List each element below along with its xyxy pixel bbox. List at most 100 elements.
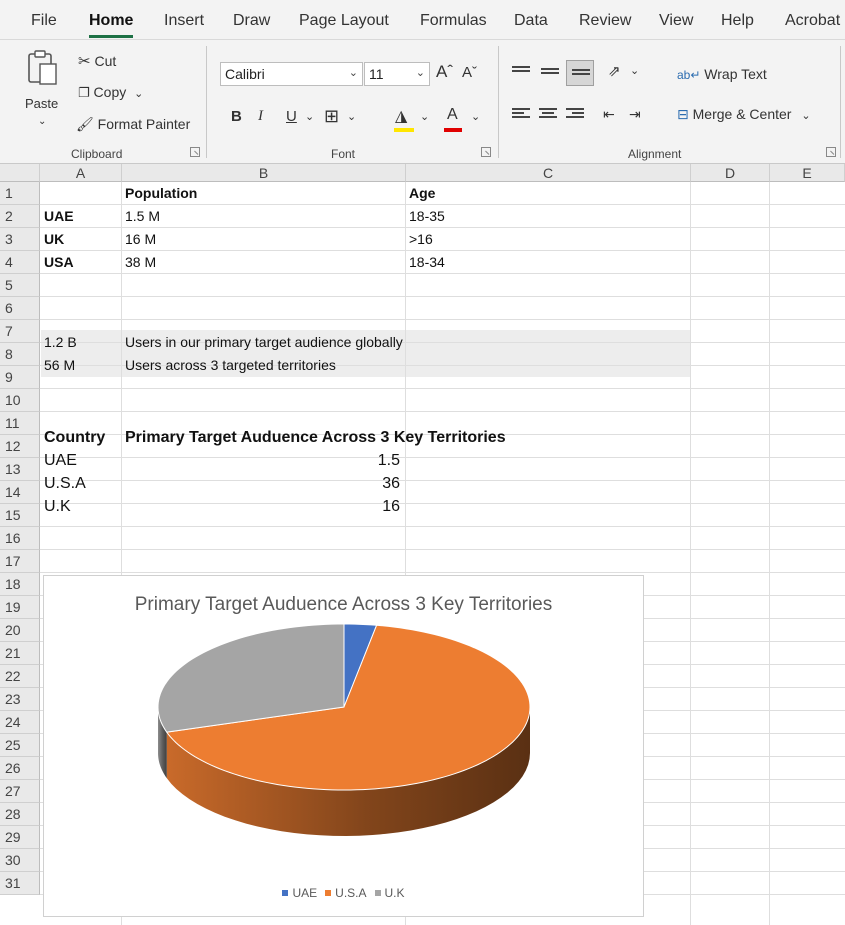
align-right-icon[interactable] [566,108,584,122]
borders-icon[interactable]: ⊞ [324,106,339,127]
column-header-d[interactable]: D [691,164,770,182]
fill-color-icon[interactable]: ◮ [395,106,407,126]
row-header-1[interactable]: 1 [0,182,40,205]
font-family-dropdown[interactable]: Calibri ⌄ [220,62,363,86]
row-header-14[interactable]: 14 [0,481,40,504]
column-header-c[interactable]: C [406,164,691,182]
row-header-23[interactable]: 23 [0,688,40,711]
row-header-7[interactable]: 7 [0,320,40,343]
tab-draw[interactable]: Draw [233,12,270,30]
cell-b11[interactable]: Primary Target Auduence Across 3 Key Ter… [122,426,506,449]
row-header-25[interactable]: 25 [0,734,40,757]
row-header-13[interactable]: 13 [0,458,40,481]
cell-a11[interactable]: Country [41,426,105,449]
chevron-down-icon[interactable]: ⌄ [471,110,480,123]
cell-b4[interactable]: 38 M [122,251,156,274]
increase-indent-icon[interactable]: ⇥ [629,106,641,123]
cell-b3[interactable]: 16 M [122,228,156,251]
select-all-corner[interactable] [0,164,40,182]
cell-b14[interactable]: 16 [122,495,406,518]
cell-b2[interactable]: 1.5 M [122,205,160,228]
increase-font-size-icon[interactable]: Aˆ [436,62,453,82]
tab-view[interactable]: View [659,12,693,30]
middle-align-icon[interactable] [541,68,559,82]
clipboard-launcher-icon[interactable] [190,147,200,157]
pie-chart[interactable]: Primary Target Auduence Across 3 Key Ter… [43,575,644,917]
row-header-26[interactable]: 26 [0,757,40,780]
row-header-3[interactable]: 3 [0,228,40,251]
column-header-a[interactable]: A [40,164,122,182]
align-left-icon[interactable] [512,108,530,122]
tab-review[interactable]: Review [579,12,631,30]
tab-home[interactable]: Home [89,12,134,38]
alignment-launcher-icon[interactable] [826,147,836,157]
row-header-15[interactable]: 15 [0,504,40,527]
paste-button[interactable]: Paste ⌄ [22,48,66,136]
cell-a12[interactable]: UAE [41,449,77,472]
row-header-11[interactable]: 11 [0,412,40,435]
decrease-indent-icon[interactable]: ⇤ [603,106,615,123]
chevron-down-icon[interactable]: ⌄ [420,110,429,123]
row-header-29[interactable]: 29 [0,826,40,849]
chevron-down-icon[interactable]: ⌄ [305,110,314,123]
tab-insert[interactable]: Insert [164,12,204,30]
row-header-16[interactable]: 16 [0,527,40,550]
cell-b13[interactable]: 36 [122,472,406,495]
row-header-21[interactable]: 21 [0,642,40,665]
chevron-down-icon[interactable]: ⌄ [630,64,639,77]
tab-page-layout[interactable]: Page Layout [299,12,389,30]
row-header-8[interactable]: 8 [0,343,40,366]
row-header-9[interactable]: 9 [0,366,40,389]
align-center-icon[interactable] [539,108,557,122]
font-size-dropdown[interactable]: 11 ⌄ [364,62,430,86]
row-header-20[interactable]: 20 [0,619,40,642]
italic-button[interactable]: I [258,108,263,125]
cell-c4[interactable]: 18-34 [406,251,445,274]
cell-a14[interactable]: U.K [41,495,71,518]
cell-c1[interactable]: Age [406,182,435,205]
tab-acrobat[interactable]: Acrobat [785,12,840,30]
row-header-18[interactable]: 18 [0,573,40,596]
row-header-31[interactable]: 31 [0,872,40,895]
row-header-27[interactable]: 27 [0,780,40,803]
merge-center-button[interactable]: ⊟ Merge & Center ⌄ [677,106,811,123]
copy-button[interactable]: ❐ Copy ⌄ [78,84,143,101]
cell-c2[interactable]: 18-35 [406,205,445,228]
cell-a2[interactable]: UAE [41,205,74,228]
row-header-2[interactable]: 2 [0,205,40,228]
font-color-icon[interactable]: A [447,106,458,124]
format-painter-button[interactable]: 🖌 Format Painter [76,116,190,133]
cell-c3[interactable]: >16 [406,228,433,251]
row-header-17[interactable]: 17 [0,550,40,573]
column-header-e[interactable]: E [770,164,845,182]
cell-a3[interactable]: UK [41,228,64,251]
orientation-icon[interactable]: ⇗ [608,62,621,80]
top-align-icon[interactable] [512,66,530,80]
chevron-down-icon[interactable]: ⌄ [134,88,143,100]
tab-formulas[interactable]: Formulas [420,12,487,30]
row-header-19[interactable]: 19 [0,596,40,619]
row-header-24[interactable]: 24 [0,711,40,734]
bold-button[interactable]: B [231,108,242,125]
underline-button[interactable]: U [286,108,297,125]
chevron-down-icon[interactable]: ⌄ [38,116,46,127]
row-header-28[interactable]: 28 [0,803,40,826]
row-header-22[interactable]: 22 [0,665,40,688]
cut-button[interactable]: ✂ Cut [78,52,116,70]
cell-a7[interactable]: 1.2 B [41,331,77,354]
decrease-font-size-icon[interactable]: Aˇ [462,64,477,81]
cell-b12[interactable]: 1.5 [122,449,406,472]
row-header-30[interactable]: 30 [0,849,40,872]
column-header-b[interactable]: B [122,164,406,182]
row-header-5[interactable]: 5 [0,274,40,297]
row-header-4[interactable]: 4 [0,251,40,274]
tab-file[interactable]: File [31,12,57,30]
chevron-down-icon[interactable]: ⌄ [347,110,356,123]
row-header-10[interactable]: 10 [0,389,40,412]
bottom-align-button[interactable] [566,60,594,86]
tab-data[interactable]: Data [514,12,548,30]
font-launcher-icon[interactable] [481,147,491,157]
cell-b7[interactable]: Users in our primary target audience glo… [122,331,403,354]
cell-b1[interactable]: Population [122,182,197,205]
wrap-text-button[interactable]: ab↵ Wrap Text [677,66,767,82]
